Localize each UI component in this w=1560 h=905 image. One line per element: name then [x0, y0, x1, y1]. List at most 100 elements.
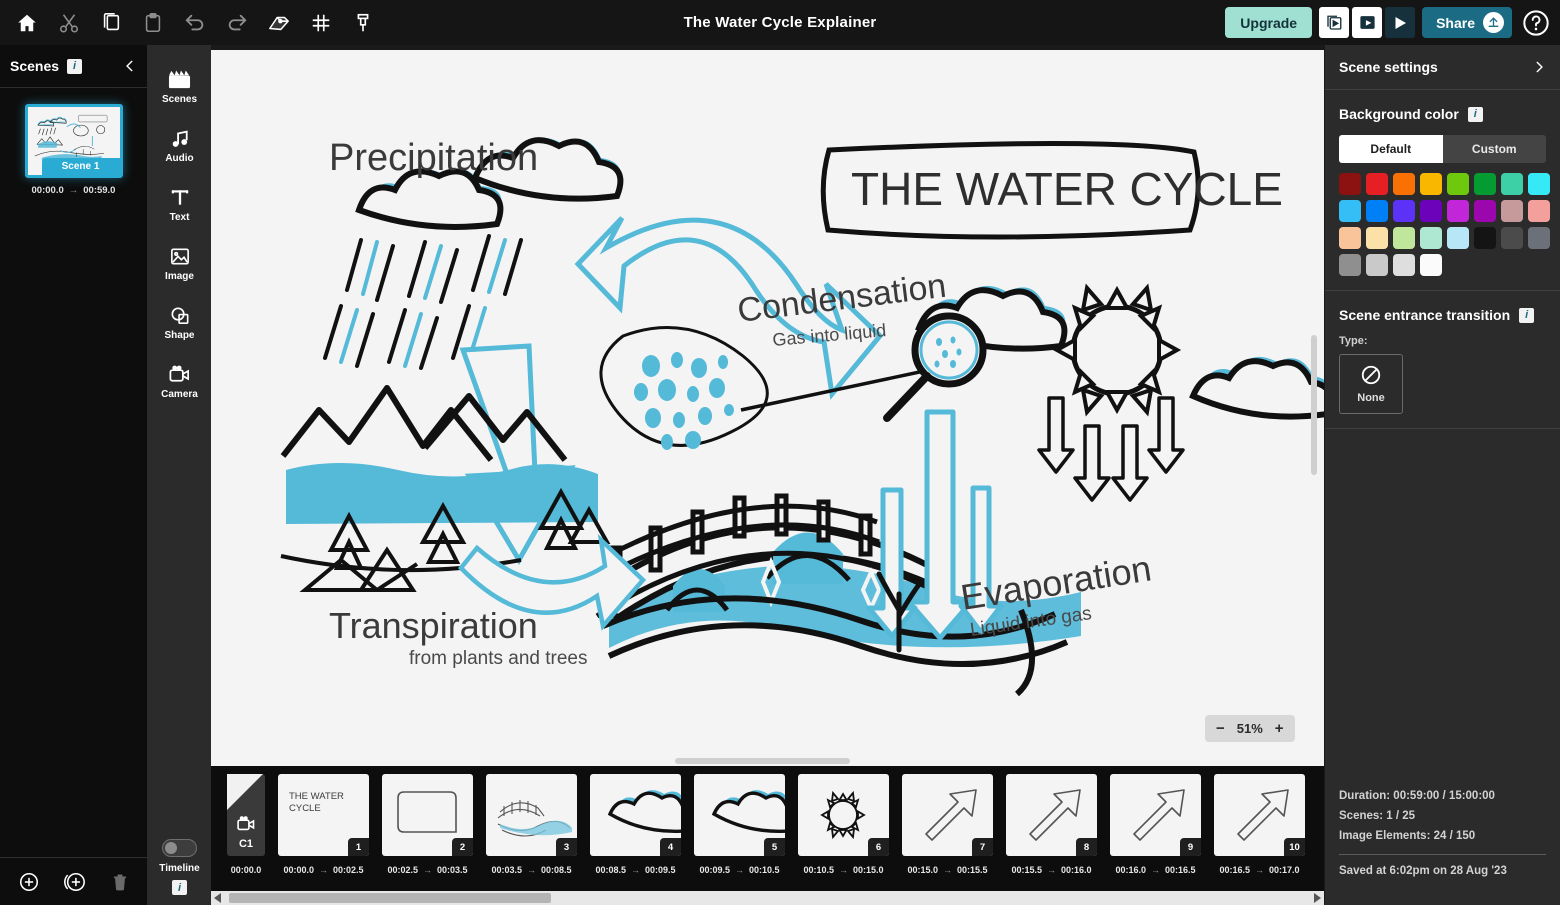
- timeline-frame[interactable]: 2: [382, 774, 473, 856]
- color-swatch-18[interactable]: [1393, 227, 1415, 249]
- scenes-panel: Scenes i Scene 1 00:00.0 → 00:59.0: [0, 45, 148, 905]
- timeline-frame[interactable]: 9: [1110, 774, 1201, 856]
- share-button[interactable]: Share: [1422, 7, 1512, 38]
- color-swatch-20[interactable]: [1447, 227, 1469, 249]
- redo-icon[interactable]: [220, 6, 254, 40]
- scene-entrance-transition-section: Scene entrance transition i Type: None: [1325, 291, 1560, 429]
- frame-time-range: 00:16.0 → 00:16.5: [1115, 865, 1195, 875]
- timeline-frame[interactable]: 8: [1006, 774, 1097, 856]
- color-swatch-21[interactable]: [1474, 227, 1496, 249]
- color-swatch-16[interactable]: [1339, 227, 1361, 249]
- color-swatch-8[interactable]: [1339, 200, 1361, 222]
- color-swatch-6[interactable]: [1501, 173, 1523, 195]
- cut-icon[interactable]: [52, 6, 86, 40]
- timeline-frame[interactable]: THE WATER CYCLE 1: [278, 774, 369, 856]
- timeline-frame[interactable]: 5: [694, 774, 785, 856]
- scroll-right-arrow-icon[interactable]: [1310, 893, 1324, 903]
- frame-time-range: 00:16.5 → 00:17.0: [1219, 865, 1299, 875]
- preview-scene-icon[interactable]: [1319, 7, 1350, 38]
- color-swatch-26[interactable]: [1393, 254, 1415, 276]
- scene-label: Scene 1: [41, 158, 120, 175]
- tab-default[interactable]: Default: [1339, 135, 1443, 163]
- chevron-left-icon[interactable]: [123, 58, 137, 74]
- timeline-frame[interactable]: 4: [590, 774, 681, 856]
- delete-scene-button[interactable]: [110, 871, 130, 893]
- background-color-info-icon[interactable]: i: [1467, 106, 1483, 122]
- timeline-frame[interactable]: 7: [902, 774, 993, 856]
- color-swatch-13[interactable]: [1474, 200, 1496, 222]
- draw-hand-icon[interactable]: [262, 6, 296, 40]
- transition-info-icon[interactable]: i: [1519, 307, 1535, 323]
- color-swatch-3[interactable]: [1420, 173, 1442, 195]
- color-swatch-15[interactable]: [1528, 200, 1550, 222]
- color-swatch-7[interactable]: [1528, 173, 1550, 195]
- frame-end: 00:17.0: [1269, 865, 1300, 875]
- color-swatch-19[interactable]: [1420, 227, 1442, 249]
- help-icon[interactable]: [1522, 9, 1550, 37]
- color-swatch-17[interactable]: [1366, 227, 1388, 249]
- play-scene-icon[interactable]: [1352, 7, 1383, 38]
- timeline-toggle[interactable]: [162, 839, 197, 857]
- scene-thumbnail[interactable]: Scene 1: [24, 104, 123, 178]
- color-swatch-5[interactable]: [1474, 173, 1496, 195]
- color-swatch-2[interactable]: [1393, 173, 1415, 195]
- tool-shape[interactable]: Shape: [148, 293, 211, 352]
- zoom-in-button[interactable]: +: [1275, 720, 1284, 737]
- scenes-info-icon[interactable]: i: [67, 58, 83, 74]
- grid-icon[interactable]: [304, 6, 338, 40]
- color-swatch-14[interactable]: [1501, 200, 1523, 222]
- paste-icon[interactable]: [136, 6, 170, 40]
- color-swatch-4[interactable]: [1447, 173, 1469, 195]
- color-swatch-12[interactable]: [1447, 200, 1469, 222]
- upgrade-button[interactable]: Upgrade: [1225, 7, 1313, 38]
- timeline-info-icon[interactable]: i: [172, 880, 187, 895]
- transition-option-none[interactable]: None: [1339, 354, 1403, 414]
- chevron-right-icon[interactable]: [1532, 59, 1546, 75]
- home-icon[interactable]: [10, 6, 44, 40]
- frame-start: 00:16.5: [1219, 865, 1250, 875]
- timeline-frame-column: 3 00:03.5 → 00:08.5: [486, 774, 577, 875]
- color-swatch-22[interactable]: [1501, 227, 1523, 249]
- play-all-icon[interactable]: [1385, 7, 1416, 38]
- color-swatch-24[interactable]: [1339, 254, 1361, 276]
- tool-text[interactable]: Text: [148, 175, 211, 234]
- tool-image[interactable]: Image: [148, 234, 211, 293]
- canvas-vertical-scrollbar[interactable]: [1311, 335, 1317, 475]
- timeline-scrollbar[interactable]: [211, 891, 1324, 905]
- scene-list: Scene 1 00:00.0 → 00:59.0: [0, 88, 147, 196]
- canvas-horizontal-scrollbar[interactable]: [675, 758, 850, 764]
- scroll-left-arrow-icon[interactable]: [211, 893, 225, 903]
- tab-custom[interactable]: Custom: [1442, 135, 1546, 163]
- timeline-frame[interactable]: 6: [798, 774, 889, 856]
- timeline-cursor[interactable]: C1: [227, 774, 265, 856]
- timeline-scrollbar-thumb[interactable]: [229, 893, 551, 903]
- tool-scenes[interactable]: Scenes: [148, 57, 211, 116]
- add-scene-button[interactable]: [18, 871, 40, 893]
- color-swatch-9[interactable]: [1366, 200, 1388, 222]
- timeline-frame[interactable]: 10: [1214, 774, 1305, 856]
- color-swatch-0[interactable]: [1339, 173, 1361, 195]
- camera-icon: [237, 816, 255, 831]
- color-swatch-10[interactable]: [1393, 200, 1415, 222]
- color-swatch-1[interactable]: [1366, 173, 1388, 195]
- color-swatch-11[interactable]: [1420, 200, 1442, 222]
- canvas[interactable]: THE WATER CYCLE Precipitation Condensati…: [211, 50, 1324, 766]
- color-swatch-23[interactable]: [1528, 227, 1550, 249]
- scene-time-range: 00:00.0 → 00:59.0: [32, 185, 116, 196]
- timeline-frame-column: 4 00:08.5 → 00:09.5: [590, 774, 681, 875]
- project-stats: Duration: 00:59:00 / 15:00:00 Scenes: 1 …: [1325, 790, 1560, 905]
- duplicate-scene-button[interactable]: [62, 871, 88, 893]
- color-swatch-25[interactable]: [1366, 254, 1388, 276]
- undo-icon[interactable]: [178, 6, 212, 40]
- scene-settings-header: Scene settings: [1325, 45, 1560, 90]
- copy-icon[interactable]: [94, 6, 128, 40]
- pin-icon[interactable]: [346, 6, 380, 40]
- color-swatch-27[interactable]: [1420, 254, 1442, 276]
- zoom-out-button[interactable]: −: [1216, 720, 1225, 737]
- tool-audio[interactable]: Audio: [148, 116, 211, 175]
- stat-saved-at: Saved at 6:02pm on 28 Aug '23: [1339, 865, 1507, 877]
- canvas-title-text: THE WATER CYCLE: [851, 163, 1283, 215]
- timeline-frame-column: THE WATER CYCLE 1 00:00.0 → 00:02.5: [278, 774, 369, 875]
- tool-camera[interactable]: Camera: [148, 352, 211, 411]
- timeline-frame[interactable]: 3: [486, 774, 577, 856]
